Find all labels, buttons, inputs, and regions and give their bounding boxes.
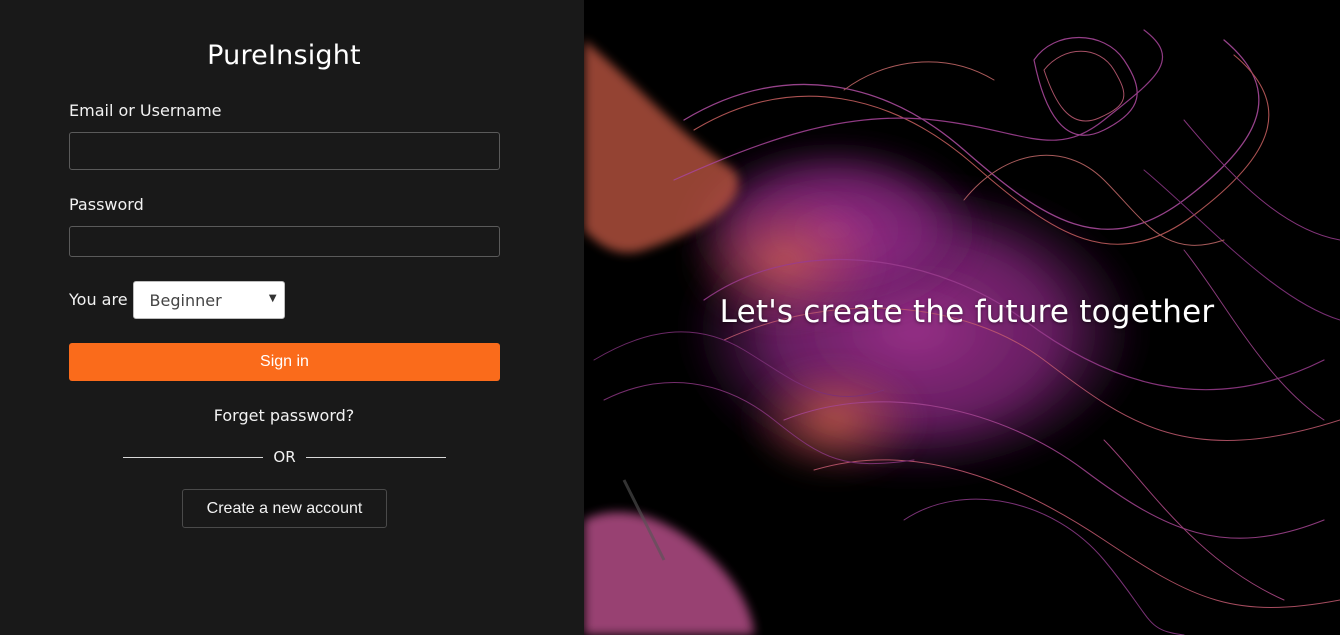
password-input[interactable] [69,226,500,257]
brand-title: PureInsight [207,40,361,71]
caret-down-icon: ▼ [268,293,277,304]
sign-in-button[interactable]: Sign in [69,343,500,381]
forgot-password-link[interactable]: Forget password? [0,406,568,425]
create-account-button[interactable]: Create a new account [182,489,387,528]
divider-line-left [123,456,264,458]
or-divider: OR [123,446,447,468]
login-page: PureInsight Email or Username Password Y… [0,0,1340,635]
divider-text: OR [273,448,296,466]
role-row: You are Beginner ▼ [69,281,285,319]
hero-panel: Let's create the future together [584,0,1340,635]
login-panel: PureInsight Email or Username Password Y… [0,0,584,635]
password-label: Password [69,195,144,214]
email-label: Email or Username [69,101,222,120]
divider-line-right [305,456,447,458]
email-input[interactable] [69,132,500,170]
role-select[interactable]: Beginner ▼ [132,281,285,319]
role-label: You are [69,289,128,309]
hero-tagline: Let's create the future together [719,294,1215,330]
role-select-value: Beginner [149,290,222,310]
